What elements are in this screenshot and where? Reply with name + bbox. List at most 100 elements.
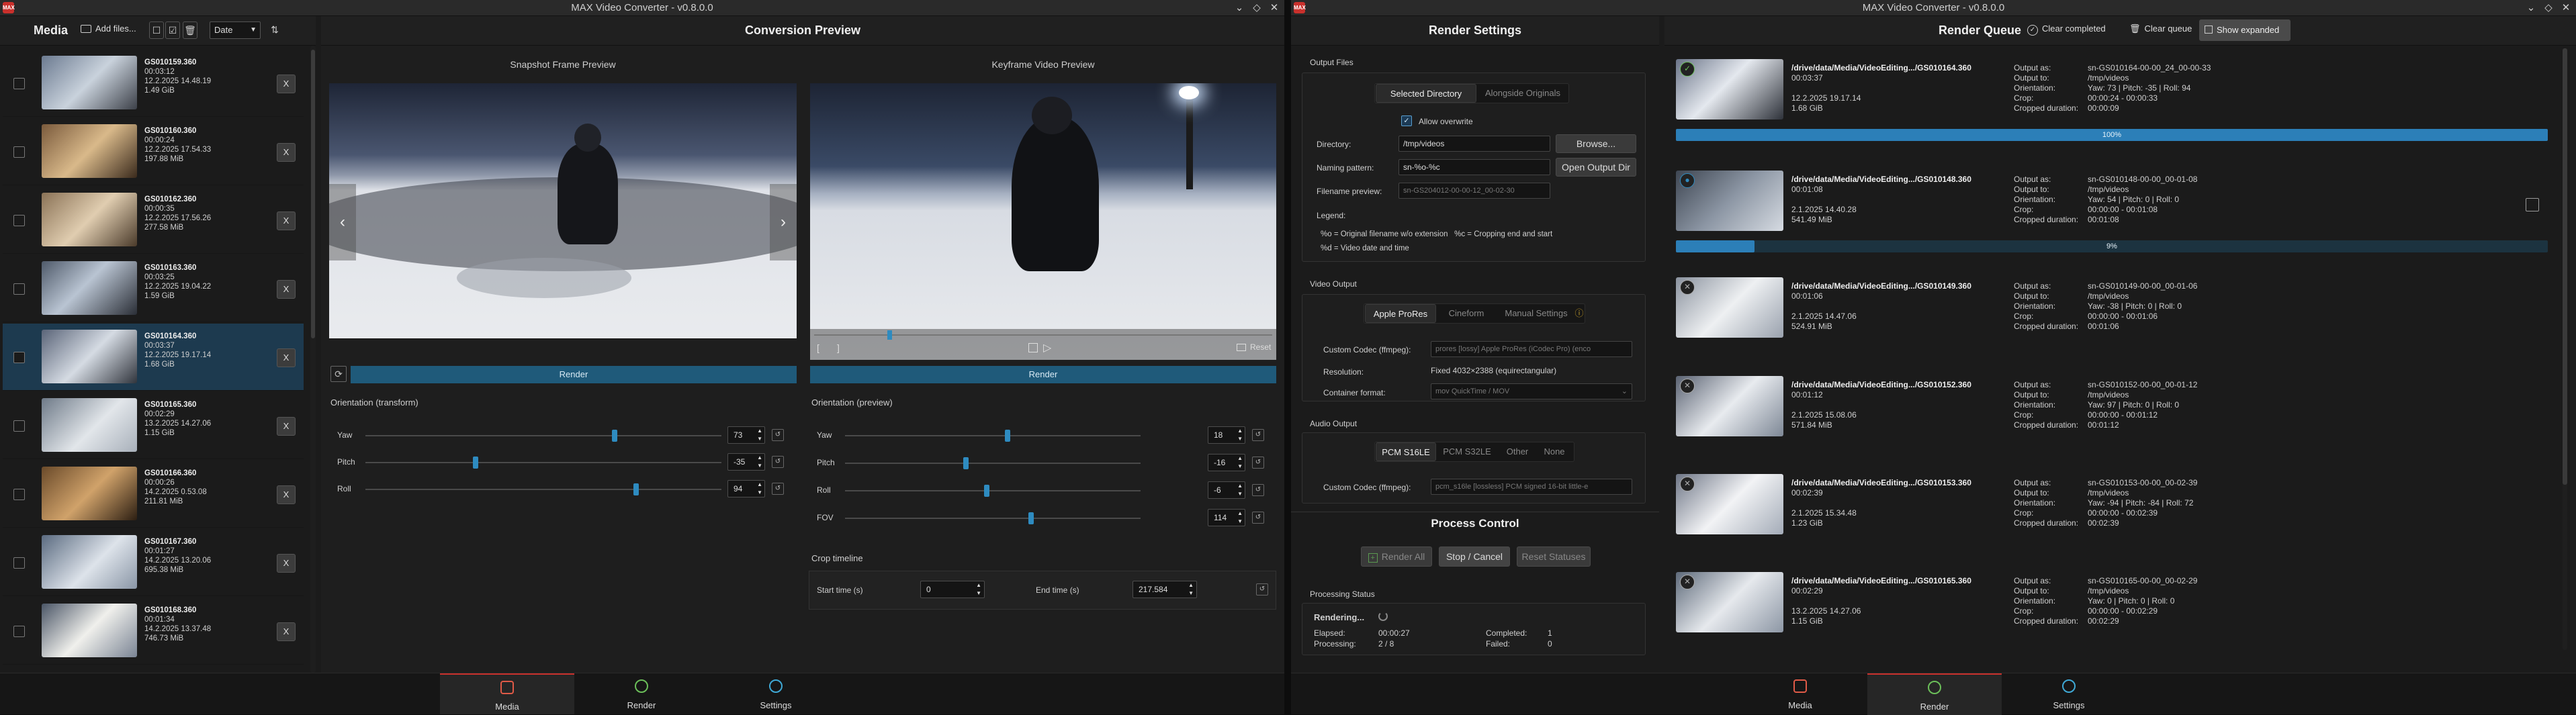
remove-media-button[interactable]: X (277, 622, 296, 641)
remove-media-button[interactable]: X (277, 348, 296, 367)
directory-input[interactable]: /tmp/videos (1398, 136, 1550, 152)
prev-frame-button[interactable]: ‹ (329, 184, 356, 260)
slider-handle[interactable] (984, 485, 989, 497)
media-scrollbar[interactable] (310, 46, 316, 673)
slider-track[interactable] (845, 490, 1141, 491)
spin-arrows-icon[interactable]: ▲▼ (1237, 510, 1243, 526)
spin-arrows-icon[interactable]: ▲▼ (1237, 482, 1243, 498)
reset-value-icon[interactable]: ↺ (1252, 457, 1264, 469)
seg-manual-settings[interactable]: Manual Settings (1496, 304, 1576, 323)
scrollbar-thumb[interactable] (311, 50, 315, 338)
reset-label[interactable]: Reset (1250, 342, 1271, 352)
spin-arrows-icon[interactable]: ▲▼ (1237, 455, 1243, 471)
spin-arrows-icon[interactable]: ▲▼ (976, 581, 981, 598)
seg-apple-prores[interactable]: Apple ProRes (1365, 304, 1436, 323)
media-item-checkbox[interactable] (13, 352, 25, 363)
chevron-down-icon[interactable]: ⌄ (1231, 0, 1248, 16)
slider-track[interactable] (365, 489, 721, 490)
select-all-icon[interactable]: ☐ (149, 21, 164, 39)
close-circle-icon[interactable]: ✕ (1680, 280, 1695, 295)
slider-track[interactable] (845, 518, 1141, 519)
media-item[interactable]: GS010166.360 00:00:26 14.2.2025 0.53.08 … (3, 461, 304, 528)
slider-track[interactable] (365, 462, 721, 463)
media-item-checkbox[interactable] (13, 420, 25, 432)
media-item[interactable]: GS010163.360 00:03:25 12.2.2025 19.04.22… (3, 255, 304, 322)
mark-out-icon[interactable]: ] (837, 342, 840, 353)
tab-media[interactable]: Media (440, 673, 574, 714)
slider-value-input[interactable]: -35▲▼ (727, 453, 765, 471)
reset-value-icon[interactable]: ↺ (772, 483, 784, 495)
next-frame-button[interactable]: › (770, 184, 797, 260)
scrollbar-thumb[interactable] (2563, 48, 2567, 485)
snapshot-render-button[interactable]: Render (351, 366, 797, 383)
tab-settings[interactable]: Settings (709, 673, 843, 714)
seg-cineform[interactable]: Cineform (1437, 304, 1496, 323)
media-item[interactable]: GS010160.360 00:00:24 12.2.2025 17.54.33… (3, 118, 304, 185)
tab-render[interactable]: Render (574, 673, 709, 714)
slider-track[interactable] (845, 435, 1141, 436)
show-expanded-toggle[interactable]: Show expanded (2199, 19, 2291, 41)
seg-other[interactable]: Other (1499, 442, 1536, 461)
remove-media-button[interactable]: X (277, 554, 296, 573)
tab-render[interactable]: Render (1867, 673, 2002, 715)
seg-alongside-originals[interactable]: Alongside Originals (1477, 84, 1568, 103)
end-time-input[interactable]: 217.584▲▼ (1132, 581, 1197, 598)
close-icon[interactable]: ✕ (2557, 0, 2575, 16)
seg-pcm-s16le[interactable]: PCM S16LE (1376, 442, 1436, 461)
sort-select[interactable]: Date ▼ (210, 21, 261, 39)
spin-arrows-icon[interactable]: ▲▼ (757, 427, 762, 443)
close-circle-icon[interactable]: ✕ (1680, 477, 1695, 491)
expand-item-icon[interactable] (2526, 198, 2539, 211)
slider-value-input[interactable]: 18▲▼ (1208, 426, 1245, 444)
mark-in-icon[interactable]: [ (817, 342, 819, 353)
open-output-dir-button[interactable]: Open Output Dir (1556, 158, 1636, 177)
keyframe-render-button[interactable]: Render (810, 366, 1276, 383)
seg-selected-directory[interactable]: Selected Directory (1376, 84, 1476, 103)
stop-icon[interactable] (1028, 343, 1038, 352)
reset-statuses-button[interactable]: Reset Statuses (1517, 546, 1591, 567)
reset-value-icon[interactable]: ↺ (1252, 484, 1264, 496)
trash-icon[interactable]: 🗑 (183, 21, 197, 39)
tab-settings[interactable]: Settings (2002, 673, 2136, 715)
slider-value-input[interactable]: 73▲▼ (727, 426, 765, 444)
chevron-down-icon[interactable]: ⌄ (2522, 0, 2540, 16)
slider-handle[interactable] (963, 457, 969, 469)
select-none-icon[interactable]: ☑ (165, 21, 180, 39)
reset-value-icon[interactable]: ↺ (772, 429, 784, 441)
media-item[interactable]: GS010168.360 00:01:34 14.2.2025 13.37.48… (3, 598, 304, 665)
media-item[interactable]: GS010165.360 00:02:29 13.2.2025 14.27.06… (3, 392, 304, 459)
remove-media-button[interactable]: X (277, 417, 296, 436)
video-codec-select[interactable]: prores [lossy] Apple ProRes (iCodec Pro)… (1431, 341, 1632, 357)
remove-media-button[interactable]: X (277, 143, 296, 162)
browse-button[interactable]: Browse... (1556, 134, 1636, 153)
spin-arrows-icon[interactable]: ▲▼ (757, 481, 762, 497)
audio-codec-select[interactable]: pcm_s16le [lossless] PCM signed 16-bit l… (1431, 479, 1632, 495)
slider-value-input[interactable]: 114▲▼ (1208, 509, 1245, 526)
sort-order-icon[interactable]: ⇅ (267, 21, 282, 39)
spin-arrows-icon[interactable]: ▲▼ (1237, 427, 1243, 443)
media-item-checkbox[interactable] (13, 489, 25, 500)
media-item[interactable]: GS010164.360 00:03:37 12.2.2025 19.17.14… (3, 324, 304, 391)
reset-value-icon[interactable]: ↺ (772, 456, 784, 468)
media-item[interactable]: GS010159.360 00:03:12 12.2.2025 14.48.19… (3, 50, 304, 117)
seg-none[interactable]: None (1536, 442, 1572, 461)
seg-pcm-s32le[interactable]: PCM S32LE (1437, 442, 1497, 461)
remove-media-button[interactable]: X (277, 280, 296, 299)
stop-cancel-button[interactable]: Stop / Cancel (1439, 546, 1510, 567)
media-item-checkbox[interactable] (13, 557, 25, 569)
close-circle-icon[interactable]: ✕ (1680, 575, 1695, 589)
slider-track[interactable] (845, 463, 1141, 464)
slider-handle[interactable] (1028, 512, 1034, 524)
media-item-checkbox[interactable] (13, 146, 25, 158)
remove-media-button[interactable]: X (277, 485, 296, 504)
media-item-checkbox[interactable] (13, 283, 25, 295)
slider-handle[interactable] (473, 457, 478, 469)
add-files-button[interactable]: Add files... (81, 23, 136, 34)
play-icon[interactable]: ▷ (1043, 341, 1051, 354)
slider-value-input[interactable]: 94▲▼ (727, 480, 765, 497)
slider-handle[interactable] (633, 483, 639, 495)
container-format-select[interactable]: mov QuickTime / MOV⌄ (1431, 383, 1632, 399)
slider-value-input[interactable]: -16▲▼ (1208, 454, 1245, 471)
close-icon[interactable]: ✕ (1265, 0, 1283, 16)
media-item-checkbox[interactable] (13, 215, 25, 226)
